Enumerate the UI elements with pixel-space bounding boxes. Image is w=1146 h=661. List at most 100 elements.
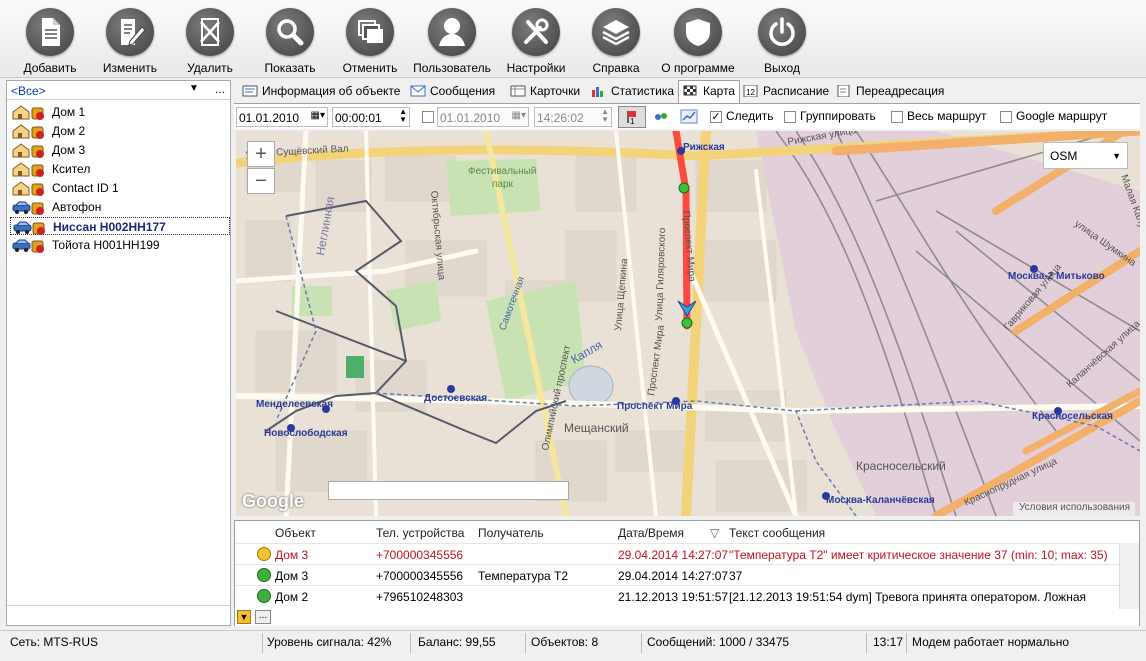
about-button[interactable]: О программе — [657, 4, 739, 76]
follow-checkbox[interactable]: ✓ — [710, 111, 722, 123]
terms-link[interactable]: Условия использования — [1013, 502, 1135, 516]
objects-panel-footer — [7, 605, 230, 625]
chevron-down-icon[interactable]: ▼ — [189, 83, 199, 94]
tree-item[interactable]: Contact ID 1 — [10, 179, 230, 197]
tab-cards[interactable]: Карточки — [506, 81, 584, 102]
zoom-in-button[interactable]: + — [247, 141, 275, 167]
objects-filter-dropdown[interactable]: <Все> ▼ ... — [7, 81, 230, 100]
tab-messages[interactable]: Сообщения — [406, 81, 499, 102]
track-button[interactable] — [680, 108, 698, 126]
messages-scrollbar[interactable] — [1119, 543, 1139, 609]
tree-item[interactable]: Тойота Н001НН199 — [10, 236, 230, 254]
tree-item[interactable]: Автофон — [10, 198, 230, 216]
objects-panel: <Все> ▼ ... Дом 1 Дом 2 Дом 3 Ксител Contact… — [6, 80, 231, 626]
table-row[interactable]: Дом 3 +700000345556 Температура Т2 29.04.20… — [235, 564, 1120, 585]
search-icon — [266, 8, 314, 56]
map-label: Рижская — [683, 142, 725, 153]
edit-button[interactable]: Изменить — [89, 4, 171, 76]
column-header-object[interactable]: Объект — [275, 521, 316, 543]
windows-icon — [346, 8, 394, 56]
map-search-input[interactable] — [328, 481, 569, 500]
filter-more-button[interactable]: ... — [215, 82, 225, 96]
calendar-dropdown-icon[interactable]: ▦▾ — [512, 110, 526, 121]
tree-item[interactable]: Дом 2 — [10, 122, 230, 140]
column-header-recipient[interactable]: Получатель — [478, 521, 544, 543]
cell-object: Дом 3 — [275, 548, 309, 562]
tab-map[interactable]: Карта — [678, 80, 741, 103]
column-header-phone[interactable]: Тел. устройства — [376, 521, 464, 543]
group-checkbox[interactable] — [784, 111, 796, 123]
checkered-flag-icon — [683, 85, 699, 97]
track-icon — [680, 109, 698, 124]
tab-object-info[interactable]: Информация об объекте — [238, 81, 404, 102]
tab-statistics[interactable]: Статистика — [587, 81, 678, 102]
route-flag-icon: 1 — [627, 111, 636, 126]
cell-object: Дом 2 — [275, 590, 309, 604]
add-button[interactable]: Добавить — [9, 4, 91, 76]
map-label: Москва-Каланчёвская — [826, 495, 935, 506]
calendar-dropdown-icon[interactable]: ▦▾ — [311, 110, 325, 121]
table-row[interactable]: Дом 2 +796510248303 21.12.2013 19:51:57 [21… — [235, 585, 1120, 606]
spinner-icon[interactable]: ▲ ▼ — [601, 108, 609, 124]
date-from-field[interactable]: 01.01.2010 ▦▾ — [236, 107, 328, 127]
settings-button[interactable]: Настройки — [495, 4, 577, 76]
zoom-out-button[interactable]: − — [247, 168, 275, 194]
map-label: Красносельская — [1032, 411, 1113, 422]
cancel-button[interactable]: Отменить — [329, 4, 411, 76]
cell-text: [21.12.2013 19:51:54 dym] Тревога принят… — [729, 590, 1086, 604]
tab-forwarding[interactable]: Переадресация — [832, 81, 948, 102]
spinner-icon[interactable]: ▲ ▼ — [399, 108, 407, 124]
status-time: 13:17 — [873, 635, 904, 649]
svg-text:12: 12 — [746, 88, 755, 97]
help-button[interactable]: Справка — [575, 4, 657, 76]
table-row[interactable]: Дом 3 +700000345556 29.04.2014 14:27:07 "Те… — [235, 543, 1120, 564]
date-to-checkbox[interactable] — [422, 111, 434, 123]
map-label: Красносельский — [856, 459, 946, 473]
column-header-datetime[interactable]: Дата/Время — [618, 521, 684, 543]
map-label: Фестивальный — [468, 166, 536, 177]
route-button[interactable]: 1 — [618, 106, 646, 128]
whole-route-checkbox[interactable] — [891, 111, 903, 123]
tree-item[interactable]: Ниссан Н002НН177 — [10, 217, 230, 235]
map-label: Менделеевская — [256, 399, 333, 410]
sort-indicator-icon[interactable]: ▽ — [710, 521, 719, 543]
date-to-field[interactable]: 01.01.2010 ▦▾ — [437, 107, 529, 127]
user-icon — [428, 8, 476, 56]
time-from-field[interactable]: 00:00:01 ▲ ▼ — [332, 107, 410, 127]
tree-item[interactable]: Дом 1 — [10, 103, 230, 121]
route-points-button[interactable] — [652, 108, 670, 126]
tab-schedule[interactable]: 12 Расписание — [739, 81, 833, 102]
document-icon — [26, 8, 74, 56]
check-icon — [257, 568, 271, 582]
map-layer-select[interactable]: OSM ▼ — [1043, 142, 1128, 169]
google-route-checkbox[interactable] — [1000, 111, 1012, 123]
google-logo: Google — [242, 491, 304, 511]
tree-item[interactable]: Ксител — [10, 160, 230, 178]
pins-icon — [655, 113, 667, 120]
exit-button[interactable]: Выход — [741, 4, 823, 76]
tree-item[interactable]: Дом 3 — [10, 141, 230, 159]
info-icon — [242, 85, 258, 97]
map-view[interactable]: улица Сущёвский Вал Рижская Рижская улиц… — [236, 131, 1140, 516]
user-button[interactable]: Пользователь — [411, 4, 493, 76]
time-to-value: 14:26:02 — [537, 111, 584, 125]
cell-phone: +700000345556 — [376, 548, 464, 562]
column-header-text[interactable]: Текст сообщения — [729, 521, 825, 543]
calendar-icon: 12 — [743, 84, 759, 98]
filter-icon[interactable]: ▼ — [237, 610, 251, 624]
status-messages: Сообщений: 1000 / 33475 — [647, 635, 790, 649]
layers-icon — [592, 8, 640, 56]
delete-button[interactable]: Удалить — [169, 4, 251, 76]
edit-document-icon — [106, 8, 154, 56]
messages-footer: ▼ ... — [235, 609, 1139, 626]
tree-item-label: Ниссан Н002НН177 — [53, 220, 166, 234]
show-button[interactable]: Показать — [249, 4, 331, 76]
tree-item-label: Тойота Н001НН199 — [52, 238, 160, 252]
cell-phone: +700000345556 — [376, 569, 464, 583]
tab-label: Карта — [703, 84, 736, 98]
time-to-field[interactable]: 14:26:02 ▲ ▼ — [534, 107, 612, 127]
follow-label: Следить — [726, 109, 774, 123]
tree-item-label: Дом 3 — [52, 143, 86, 157]
more-button[interactable]: ... — [255, 610, 271, 624]
power-icon — [758, 8, 806, 56]
